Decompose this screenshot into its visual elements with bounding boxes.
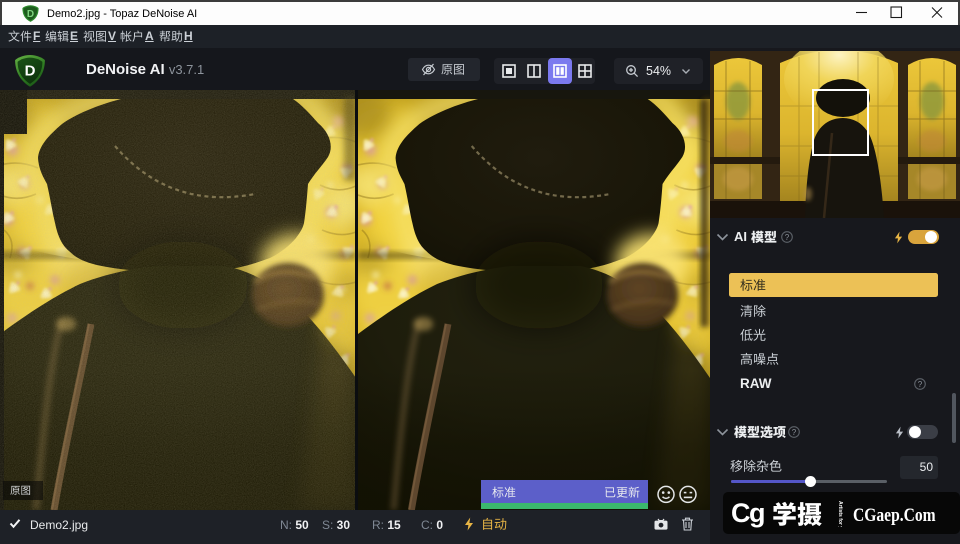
svg-text:D: D xyxy=(27,9,34,20)
svg-text:?: ? xyxy=(785,233,790,242)
svg-text:?: ? xyxy=(792,428,797,437)
svg-text:D: D xyxy=(25,63,36,80)
svg-text:?: ? xyxy=(918,380,923,389)
